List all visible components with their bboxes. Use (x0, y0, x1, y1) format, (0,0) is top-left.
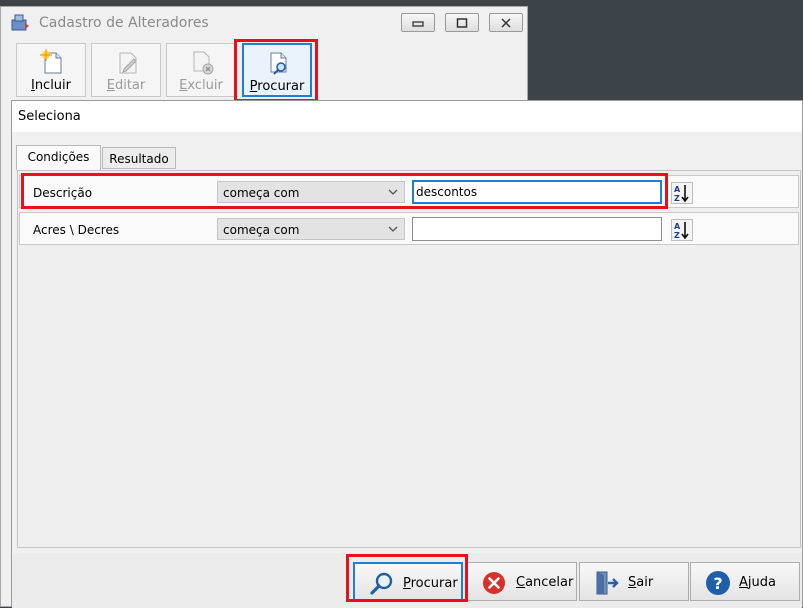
condition-label: Descrição (33, 186, 93, 200)
svg-text:A: A (674, 185, 681, 194)
procurar-button-label: Procurar (403, 576, 458, 591)
ajuda-button-label: Ajuda (739, 575, 776, 590)
app-icon (11, 14, 29, 31)
dialog-titlebar[interactable]: Seleciona (12, 101, 802, 132)
dialog-title: Seleciona (18, 109, 81, 124)
tab-condicoes-label: Condições (27, 150, 90, 164)
sort-az-icon[interactable]: A Z (671, 182, 693, 204)
condition-row: Descrição começa com A Z (19, 175, 799, 208)
condition-value-field[interactable] (412, 217, 662, 241)
background-toolbar: Incluir Editar Excluir Procurar (1, 38, 527, 102)
tab-resultado-label: Resultado (109, 152, 169, 166)
sair-button[interactable]: Sair (579, 562, 689, 601)
condition-value-field[interactable] (412, 180, 662, 204)
dialog-footer: Procurar Cancelar Sair ? Ajuda (12, 553, 802, 608)
conditions-panel: Descrição começa com A Z Acres \ Decres … (17, 170, 801, 548)
svg-text:Z: Z (674, 231, 680, 240)
incluir-button[interactable]: Incluir (16, 43, 86, 97)
svg-text:?: ? (713, 574, 722, 593)
tab-condicoes[interactable]: Condições (16, 145, 101, 170)
procurar-button[interactable]: Procurar (353, 562, 463, 601)
cancelar-button-label: Cancelar (516, 575, 574, 590)
chevron-down-icon (388, 189, 398, 195)
cancel-icon (483, 572, 505, 594)
editar-button[interactable]: Editar (91, 43, 161, 97)
sair-button-label: Sair (628, 575, 654, 590)
descricao-input[interactable] (416, 183, 656, 201)
help-icon: ? (706, 571, 730, 595)
tab-resultado[interactable]: Resultado (102, 147, 176, 169)
ajuda-button[interactable]: ? Ajuda (690, 562, 800, 601)
maximize-icon (456, 17, 468, 28)
condition-label: Acres \ Decres (33, 223, 120, 237)
close-button[interactable] (489, 13, 523, 32)
sort-az-icon[interactable]: A Z (671, 219, 693, 241)
new-document-icon (40, 49, 62, 74)
procurar-toolbar-button[interactable]: Procurar (242, 43, 312, 97)
cancelar-button[interactable]: Cancelar (467, 562, 577, 601)
maximize-button[interactable] (445, 13, 479, 32)
background-window-title: Cadastro de Alteradores (39, 15, 209, 31)
operator-value: começa com (223, 186, 300, 200)
minimize-button[interactable] (401, 13, 435, 32)
operator-select[interactable]: começa com (217, 181, 405, 203)
condition-row: Acres \ Decres começa com A Z (19, 212, 799, 245)
minimize-icon (412, 20, 424, 27)
excluir-label: Excluir (179, 78, 223, 93)
operator-select[interactable]: começa com (217, 218, 405, 240)
incluir-label: Incluir (30, 78, 72, 93)
exit-door-icon (596, 571, 619, 595)
svg-text:A: A (674, 222, 681, 231)
chevron-down-icon (388, 226, 398, 232)
background-window-titlebar[interactable]: Cadastro de Alteradores (1, 7, 527, 37)
delete-document-icon (193, 51, 214, 75)
close-icon (501, 17, 511, 28)
seleciona-dialog: Seleciona Condições Resultado Descrição … (11, 100, 803, 608)
operator-value: começa com (223, 223, 300, 237)
search-document-icon (270, 52, 287, 75)
magnifier-icon (370, 572, 393, 595)
svg-text:Z: Z (674, 194, 680, 203)
excluir-button[interactable]: Excluir (166, 43, 236, 97)
acres-decres-input[interactable] (415, 219, 655, 237)
procurar-toolbar-label: Procurar (249, 79, 305, 94)
edit-document-icon (119, 52, 137, 74)
editar-label: Editar (106, 78, 146, 93)
